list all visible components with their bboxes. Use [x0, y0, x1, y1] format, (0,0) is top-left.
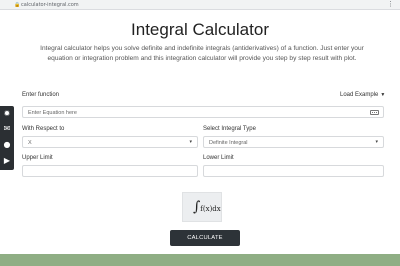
integral-formula: ∫f(x)dx	[193, 199, 221, 217]
address-bar[interactable]: calculator-integral.com	[21, 2, 79, 8]
page-title: Integral Calculator	[131, 20, 269, 39]
load-example-label: Load Example	[340, 92, 379, 98]
load-example-dropdown[interactable]: Load Example ▼	[340, 92, 385, 98]
upper-limit-input[interactable]	[22, 165, 198, 177]
play-store-icon[interactable]: ▶	[2, 156, 12, 166]
respect-value: X	[28, 139, 32, 146]
chevron-down-icon: ▾	[189, 139, 192, 145]
equation-placeholder: Enter Equation here	[28, 109, 77, 116]
page-intro: Integral calculator helps you solve defi…	[40, 45, 364, 62]
integral-type-label: Select Integral Type	[203, 126, 256, 132]
calculate-button[interactable]: CALCULATE	[170, 230, 240, 246]
integral-preview: ∫f(x)dx	[182, 192, 222, 222]
enter-function-label: Enter function	[22, 92, 60, 98]
integral-type-select[interactable]: Definite Integral ▾	[203, 136, 384, 148]
integrand-text: f(x)dx	[200, 205, 221, 213]
social-sidebar: ✹ ✉ ● ▶	[0, 106, 14, 170]
chat-icon[interactable]: ✉	[2, 124, 12, 134]
upper-limit-label: Upper Limit	[22, 155, 53, 161]
lower-limit-label: Lower Limit	[203, 155, 234, 161]
apple-icon[interactable]: ●	[2, 140, 12, 150]
lock-icon: 🔒	[14, 2, 21, 8]
browser-menu-icon[interactable]: ⋮	[387, 0, 394, 8]
lower-limit-input[interactable]	[203, 165, 384, 177]
chevron-down-icon: ▼	[380, 92, 386, 98]
respect-select[interactable]: X ▾	[22, 136, 198, 148]
respect-label: With Respect to	[22, 126, 65, 132]
integral-type-value: Definite Integral	[209, 139, 248, 146]
equation-input[interactable]: Enter Equation here	[22, 106, 384, 118]
page-footer-strip	[0, 254, 400, 266]
browser-bar: 🔒 calculator-integral.com ⋮	[0, 0, 400, 10]
chevron-down-icon: ▾	[375, 139, 378, 145]
keyboard-icon[interactable]	[370, 110, 379, 115]
bug-icon[interactable]: ✹	[2, 109, 12, 119]
